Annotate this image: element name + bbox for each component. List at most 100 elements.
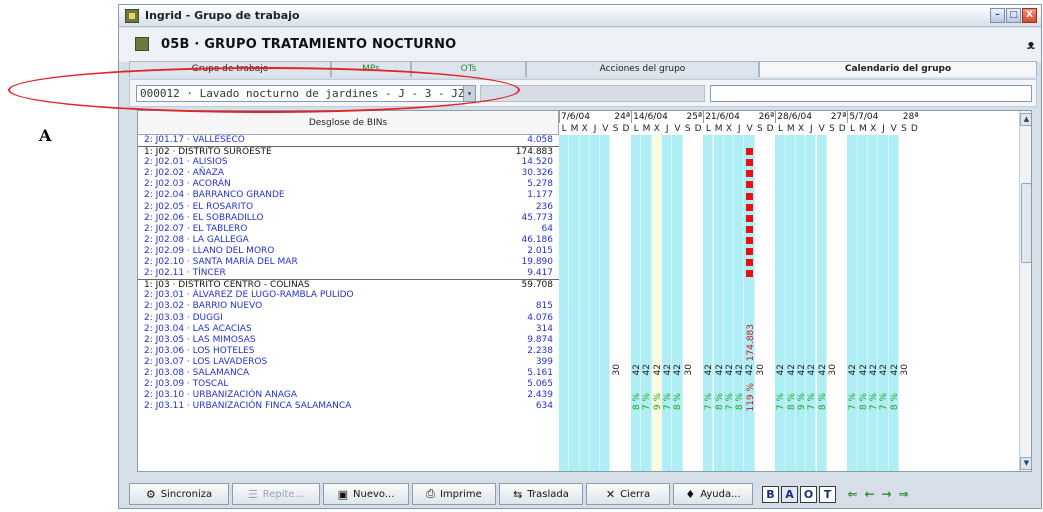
day-column[interactable] (765, 135, 775, 471)
day-column[interactable] (559, 135, 570, 471)
view-toggle-a[interactable]: A (781, 485, 798, 503)
day-column[interactable] (827, 135, 837, 471)
view-toggle-o[interactable]: O (800, 485, 817, 503)
table-row[interactable]: 2: J03.10 · URBANIZACIÓN ANAGA 2.439 (138, 390, 559, 401)
day-column[interactable] (662, 135, 673, 471)
table-row[interactable]: 2: J01.17 · VALLESECO 4.058 (138, 135, 559, 146)
readonly-field (480, 85, 705, 102)
table-row[interactable]: 2: J02.06 · EL SOBRADILLO 45.773 (138, 213, 559, 224)
day-column[interactable] (899, 135, 909, 471)
bin-value: 19.890 (521, 257, 554, 268)
ayuda-button[interactable]: ♦ Ayuda... (673, 483, 753, 505)
day-letter: S (684, 124, 691, 134)
filter-input[interactable] (710, 85, 1032, 102)
cierra-button[interactable]: ✕ Cierra (586, 483, 670, 505)
table-row[interactable]: 2: J02.09 · LLANO DEL MORO 2.015 (138, 246, 559, 257)
table-row[interactable]: 2: J03.03 · DUGGI 4.076 (138, 313, 559, 324)
day-column[interactable] (775, 135, 786, 471)
table-row[interactable]: 2: J03.09 · TOSCAL 5.065 (138, 379, 559, 390)
tab-calendario-del-grupo[interactable]: Calendario del grupo (759, 61, 1037, 77)
day-column[interactable] (693, 135, 703, 471)
tab-mps[interactable]: MPs (331, 61, 411, 77)
day-column[interactable] (703, 135, 714, 471)
table-row[interactable]: 2: J02.07 · EL TABLERO 64 (138, 224, 559, 235)
minimize-button[interactable]: – (990, 8, 1005, 23)
table-row[interactable]: 1: J02 · DISTRITO SUROESTE 174.883 (138, 146, 559, 157)
table-row[interactable]: 2: J02.05 · EL ROSARITO 236 (138, 202, 559, 213)
last-arrow-icon[interactable]: ⇒ (896, 486, 911, 503)
imprime-button[interactable]: ⎙ Imprime (412, 483, 496, 505)
day-column[interactable] (795, 135, 807, 471)
day-column[interactable] (579, 135, 590, 471)
traslada-icon: ⇆ (513, 487, 523, 501)
group-title: 05B · GRUPO TRATAMIENTO NOCTURNO (161, 37, 457, 52)
view-toggle-b[interactable]: B (762, 485, 779, 503)
day-letter: V (890, 124, 897, 134)
day-column[interactable] (785, 135, 796, 471)
scroll-down-button[interactable]: ▼ (1020, 457, 1031, 470)
day-column[interactable] (878, 135, 889, 471)
day-column[interactable] (806, 135, 817, 471)
first-arrow-icon[interactable]: ⇐ (845, 486, 860, 503)
nuevo-button[interactable]: ▣ Nuevo... (323, 483, 409, 505)
table-row[interactable]: 2: J02.08 · LA GALLEGA 46.186 (138, 235, 559, 246)
day-column[interactable] (888, 135, 899, 471)
bins-column-header[interactable]: Desglose de BINs (138, 111, 559, 135)
day-column[interactable] (600, 135, 611, 471)
vertical-scrollbar[interactable]: ▲ ▼ (1019, 111, 1031, 471)
tab-ots[interactable]: OTs (411, 61, 526, 77)
table-row[interactable]: 2: J03.04 · LAS ACACIAS 314 (138, 324, 559, 335)
table-row[interactable]: 2: J02.01 · ALISIOS 14.520 (138, 157, 559, 168)
day-column[interactable] (755, 135, 765, 471)
binoculars-icon[interactable]: ᴥ (1027, 37, 1035, 53)
table-row[interactable]: 1: J03 · DISTRITO CENTRO - COLINAS 59.708 (138, 279, 559, 290)
table-row[interactable]: 2: J02.10 · SANTA MARÍA DEL MAR 19.890 (138, 257, 559, 268)
day-column[interactable] (651, 135, 662, 471)
table-row[interactable]: 2: J02.02 · AÑAZA 30.326 (138, 168, 559, 179)
table-row[interactable]: 2: J02.04 · BARRANCO GRANDE 1.177 (138, 190, 559, 201)
prev-arrow-icon[interactable]: ← (862, 486, 877, 503)
day-column[interactable] (641, 135, 652, 471)
filter-row: 000012 · Lavado nocturno de jardines - J… (129, 79, 1037, 107)
sincroniza-button[interactable]: ⚙ Sincroniza (129, 483, 229, 505)
day-column[interactable] (683, 135, 693, 471)
table-row[interactable]: 2: J02.11 · TÍNCER 9.417 (138, 268, 559, 279)
table-row[interactable]: 2: J03.08 · SALAMANCA 5.161 (138, 368, 559, 379)
table-row[interactable]: 2: J02.03 · ACORÁN 5.278 (138, 179, 559, 190)
day-column[interactable] (621, 135, 631, 471)
tab-acciones-del-grupo[interactable]: Acciones del grupo (526, 61, 759, 77)
day-column[interactable] (672, 135, 683, 471)
day-column[interactable] (909, 135, 919, 471)
maximize-button[interactable]: □ (1006, 8, 1021, 23)
day-column[interactable] (631, 135, 642, 471)
traslada-button[interactable]: ⇆ Traslada (499, 483, 583, 505)
tab-grupo-de-trabajo[interactable]: Grupo de trabajo (129, 61, 331, 77)
table-row[interactable]: 2: J03.06 · LOS HOTELES 2.238 (138, 346, 559, 357)
view-toggle-t[interactable]: T (819, 485, 836, 503)
button-label: Nuevo... (353, 488, 395, 500)
chevron-down-icon[interactable]: ▾ (463, 86, 475, 101)
day-column[interactable] (589, 135, 601, 471)
table-row[interactable]: 2: J03.07 · LOS LAVADEROS 399 (138, 357, 559, 368)
table-row[interactable]: 2: J03.01 · ÁLVAREZ DE LUGO-RAMBLA PULID… (138, 290, 559, 301)
close-button[interactable]: X (1022, 8, 1037, 23)
work-order-select[interactable]: 000012 · Lavado nocturno de jardines - J… (136, 85, 476, 102)
scroll-up-button[interactable]: ▲ (1020, 113, 1031, 126)
day-column[interactable] (837, 135, 847, 471)
table-row[interactable]: 2: J03.02 · BARRIO NUEVO 815 (138, 301, 559, 312)
red-marker (745, 248, 753, 255)
table-row[interactable]: 2: J03.05 · LAS MIMOSAS 9.874 (138, 335, 559, 346)
scroll-thumb[interactable] (1021, 183, 1031, 263)
count-label: 42 (745, 364, 756, 376)
table-row[interactable]: 2: J03.11 · URBANIZACIÓN FINCA SALAMANCA… (138, 401, 559, 412)
day-column[interactable] (857, 135, 868, 471)
day-column[interactable] (723, 135, 735, 471)
next-arrow-icon[interactable]: → (879, 486, 894, 503)
day-column[interactable] (847, 135, 858, 471)
day-column[interactable] (611, 135, 621, 471)
day-column[interactable] (713, 135, 724, 471)
day-column[interactable] (734, 135, 745, 471)
day-column[interactable] (868, 135, 879, 471)
day-column[interactable] (569, 135, 580, 471)
day-column[interactable] (816, 135, 827, 471)
